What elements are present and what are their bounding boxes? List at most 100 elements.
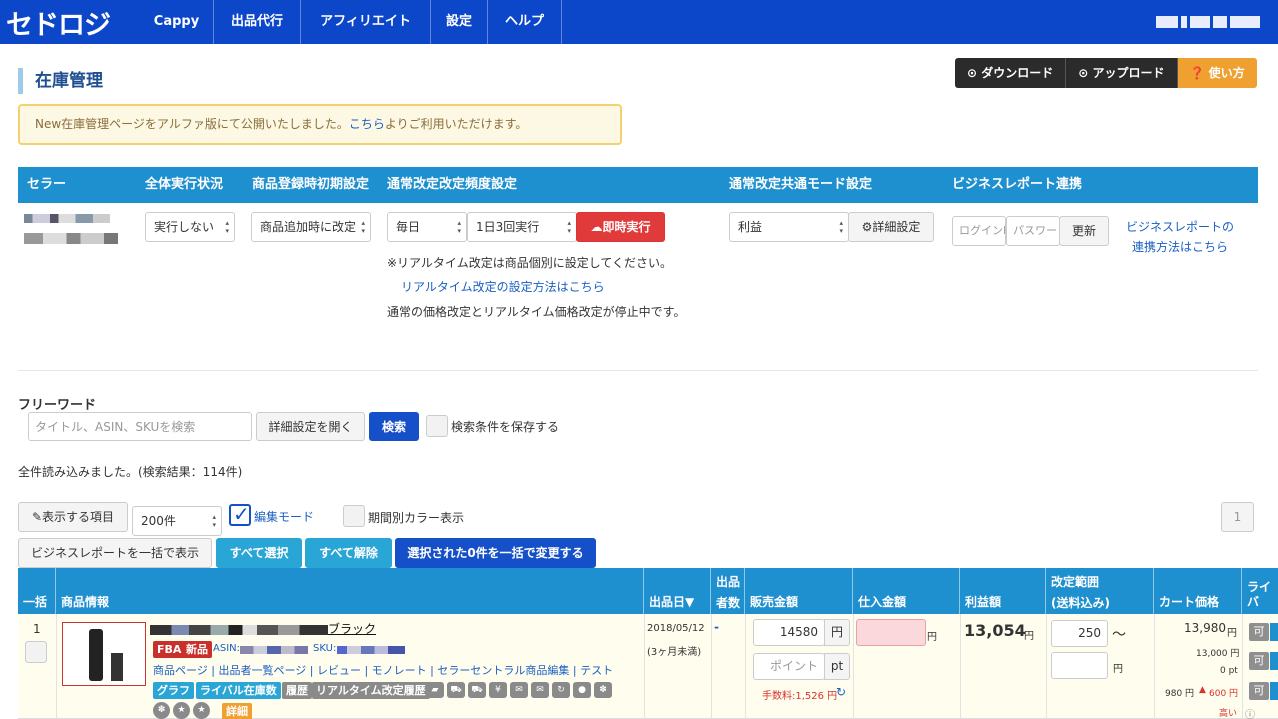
product-title-blurred[interactable] bbox=[150, 625, 328, 635]
stopped-note: 通常の価格改定とリアルタイム価格改定が停止中です。 bbox=[387, 305, 686, 319]
price-unit: 円 bbox=[824, 619, 850, 646]
bizreport-howto-link-2[interactable]: 連携方法はこちら bbox=[1132, 238, 1228, 255]
paw-icon[interactable]: ✽ bbox=[594, 682, 612, 698]
user-menu-blurred[interactable] bbox=[1156, 12, 1264, 32]
point-input[interactable]: ポイント bbox=[753, 653, 825, 680]
nav-cappy[interactable]: Cappy bbox=[140, 0, 214, 44]
info-icon[interactable]: ⓘ bbox=[1245, 706, 1255, 719]
asin-value-blurred[interactable] bbox=[240, 646, 308, 654]
row-select-checkbox[interactable] bbox=[25, 641, 47, 663]
cell-divider bbox=[745, 614, 746, 719]
per-page-select[interactable]: 200件 bbox=[132, 506, 222, 536]
edit-mode-label[interactable]: 編集モード bbox=[254, 508, 314, 525]
question-icon: ❓ bbox=[1189, 66, 1209, 80]
nav-help[interactable]: ヘルプ bbox=[488, 0, 562, 44]
upload-button[interactable]: ⊙ アップロード bbox=[1066, 58, 1178, 88]
yen-icon[interactable]: ¥ bbox=[489, 682, 507, 698]
paw-icon[interactable]: ✽ bbox=[153, 702, 170, 719]
range-min-input[interactable]: 250 bbox=[1051, 620, 1108, 647]
ka-button[interactable]: 可 bbox=[1249, 682, 1269, 700]
howto-button[interactable]: ❓ 使い方 bbox=[1177, 58, 1257, 88]
cart-price: 13,980 bbox=[1184, 621, 1226, 635]
download-button[interactable]: ⊙ ダウンロード bbox=[955, 58, 1067, 88]
sedologi-logo[interactable]: セドロジ bbox=[6, 6, 111, 41]
mail-icon[interactable]: ✉ bbox=[531, 682, 549, 698]
run-status-select[interactable]: 実行しない bbox=[145, 212, 235, 242]
folder-icon[interactable]: ▰ bbox=[426, 682, 444, 698]
frequency-times-select[interactable]: 1日3回実行 bbox=[467, 212, 577, 242]
recalc-icon[interactable]: ↻ bbox=[836, 685, 846, 699]
period-color-checkbox[interactable] bbox=[343, 505, 365, 527]
bizreport-update-button[interactable]: 更新 bbox=[1059, 216, 1109, 246]
search-button[interactable]: 検索 bbox=[369, 412, 419, 441]
link-review[interactable]: レビュー bbox=[317, 664, 361, 677]
nav-settings[interactable]: 設定 bbox=[431, 0, 488, 44]
th-listed-date[interactable]: 出品日▼ bbox=[644, 568, 711, 614]
mail-icon[interactable]: ✉ bbox=[510, 682, 528, 698]
th-cart-label: カート価格 bbox=[1159, 594, 1220, 609]
cell-divider bbox=[644, 614, 645, 719]
th-range-label-1: 改定範囲 bbox=[1051, 574, 1100, 589]
select-all-button[interactable]: すべて選択 bbox=[216, 538, 302, 568]
deselect-all-button[interactable]: すべて解除 bbox=[305, 538, 392, 568]
th-listed-label: 出品日▼ bbox=[649, 594, 695, 609]
graph-button[interactable]: グラフ bbox=[153, 682, 194, 699]
product-image-base bbox=[111, 653, 123, 681]
product-title-suffix[interactable]: ブラック bbox=[328, 620, 376, 637]
frequency-daily-select[interactable]: 毎日 bbox=[387, 212, 467, 242]
sellers-count[interactable]: - bbox=[714, 620, 719, 634]
cart-icon[interactable]: ⛟ bbox=[468, 682, 486, 698]
mode-select[interactable]: 利益 bbox=[729, 212, 849, 242]
link-monorate[interactable]: モノレート bbox=[372, 664, 427, 677]
nav-listing-agency[interactable]: 出品代行 bbox=[214, 0, 301, 44]
th-range: 改定範囲 (送料込み) bbox=[1046, 568, 1154, 614]
history-button[interactable]: 履歴 bbox=[282, 682, 312, 699]
star-icon[interactable]: ★ bbox=[193, 702, 210, 719]
range-tilde: 〜 bbox=[1112, 627, 1126, 643]
rival-bar bbox=[1270, 652, 1278, 670]
period-color-label: 期間別カラー表示 bbox=[368, 511, 465, 525]
save-search-checkbox[interactable] bbox=[426, 415, 448, 437]
rival-stock-button[interactable]: ライバル在庫数 bbox=[196, 682, 281, 699]
run-now-button[interactable]: ☁即時実行 bbox=[576, 212, 665, 242]
top-button-group: ⊙ ダウンロード ⊙ アップロード ❓ 使い方 bbox=[955, 58, 1257, 88]
cell-divider bbox=[56, 614, 57, 719]
cart-icon[interactable]: ⛟ bbox=[447, 682, 465, 698]
display-items-button[interactable]: ✎表示する項目 bbox=[18, 502, 128, 532]
product-thumbnail[interactable] bbox=[62, 622, 146, 686]
bulk-report-button[interactable]: ビジネスレポートを一括で表示 bbox=[18, 538, 212, 568]
realtime-history-button[interactable]: リアルタイム改定履歴 bbox=[312, 682, 430, 699]
star-icon[interactable]: ★ bbox=[173, 702, 190, 719]
detail-button[interactable]: 詳細 bbox=[222, 703, 252, 719]
ka-button[interactable]: 可 bbox=[1249, 623, 1269, 641]
detail-settings-button[interactable]: 詳細設定を開く bbox=[256, 412, 365, 441]
bizreport-howto-link-1[interactable]: ビジネスレポートの bbox=[1126, 218, 1234, 235]
link-seller-central-edit[interactable]: セラーセントラル商品編集 bbox=[437, 664, 569, 677]
notice-link[interactable]: こちら bbox=[349, 117, 385, 131]
refresh-icon[interactable]: ↻ bbox=[552, 682, 570, 698]
sku-value-blurred[interactable] bbox=[337, 646, 405, 654]
range-max-input[interactable] bbox=[1051, 652, 1108, 679]
nav-affiliate[interactable]: アフィリエイト bbox=[301, 0, 431, 44]
price-input[interactable]: 14580 bbox=[753, 619, 825, 646]
ka-button[interactable]: 可 bbox=[1249, 652, 1269, 670]
bizreport-login-input[interactable]: ログインID bbox=[952, 216, 1006, 246]
notice-text: New在庫管理ページをアルファ版にて公開いたしました。 bbox=[35, 117, 349, 131]
realtime-howto-link[interactable]: リアルタイム改定の設定方法はこちら bbox=[401, 278, 605, 295]
cell-divider bbox=[711, 614, 712, 719]
cost-input[interactable] bbox=[856, 619, 926, 646]
link-product-page[interactable]: 商品ページ bbox=[153, 664, 208, 677]
th-sellers-label-1: 出品 bbox=[716, 574, 741, 589]
initial-setting-select[interactable]: 商品追加時に改定 bbox=[251, 212, 371, 242]
link-sellers-page[interactable]: 出品者一覧ページ bbox=[218, 664, 306, 677]
pagination-page-1[interactable]: 1 bbox=[1221, 502, 1254, 532]
search-input[interactable]: タイトル、ASIN、SKUを検索 bbox=[28, 412, 252, 441]
mode-detail-button[interactable]: ⚙詳細設定 bbox=[848, 212, 934, 242]
bulk-change-button[interactable]: 選択された0件を一括で変更する bbox=[395, 538, 596, 568]
edit-mode-checkbox[interactable] bbox=[229, 502, 251, 526]
link-test[interactable]: テスト bbox=[580, 664, 613, 677]
seller-id-blurred bbox=[24, 233, 118, 244]
bizreport-password-input[interactable]: パスワード bbox=[1006, 216, 1060, 246]
th-rival-label: ライバ bbox=[1247, 580, 1272, 609]
user-icon[interactable]: ● bbox=[573, 682, 591, 698]
